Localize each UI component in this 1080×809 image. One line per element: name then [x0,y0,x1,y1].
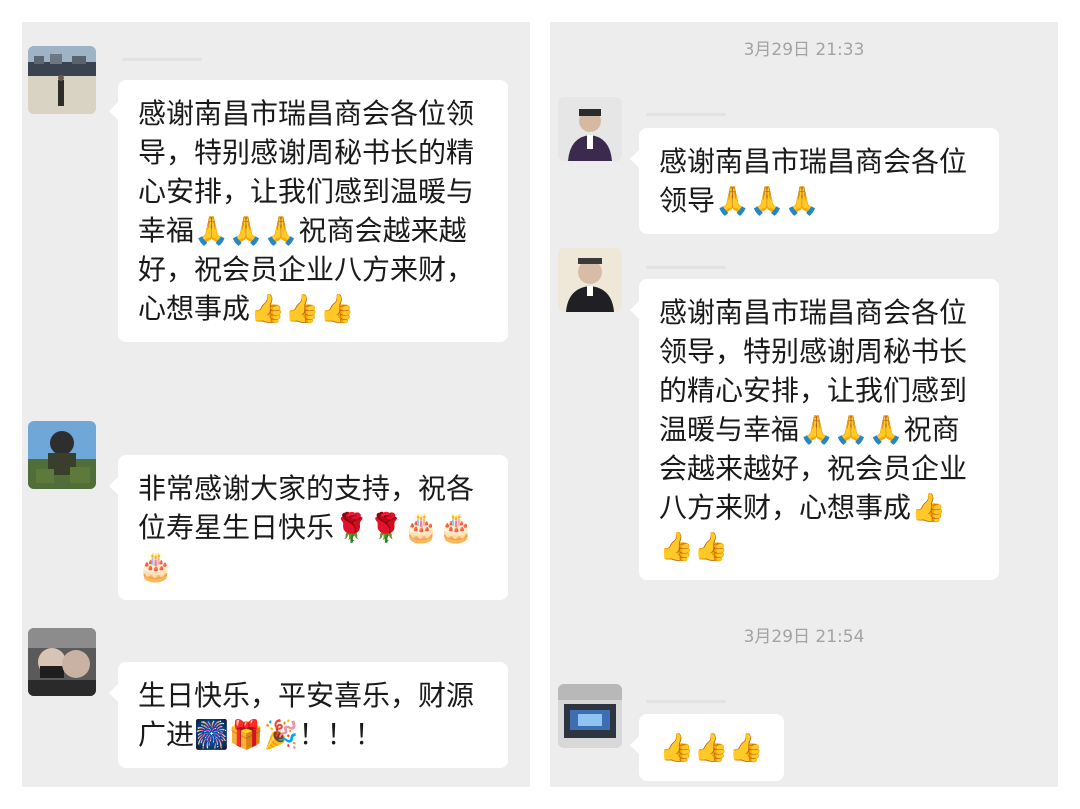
avatar[interactable] [558,97,622,161]
message-text: 感谢南昌市瑞昌商会各位领导，特别感谢周秘书长的精心安排，让我们感到温暖与幸福🙏🙏… [659,296,968,563]
sender-name-placeholder [122,58,202,61]
avatar[interactable] [558,248,622,312]
timestamp: 3月29日 21:33 [743,40,865,60]
sender-name-placeholder [646,113,726,116]
sender-name-placeholder [646,700,726,703]
message-bubble[interactable]: 感谢南昌市瑞昌商会各位领导，特别感谢周秘书长的精心安排，让我们感到温暖与幸福🙏🙏… [109,80,508,342]
message-text: 感谢南昌市瑞昌商会各位领导🙏🙏🙏 [659,145,968,217]
timestamp: 3月29日 21:54 [743,627,865,647]
message-text: 非常感谢大家的支持，祝各位寿星生日快乐🌹🌹🎂🎂🎂 [138,472,475,583]
message-text: 生日快乐，平安喜乐，财源广进🎆🎁🎉！！！ [138,679,475,751]
sender-name-placeholder [646,266,726,269]
message-bubble[interactable]: 生日快乐，平安喜乐，财源广进🎆🎁🎉！！！ [109,662,508,768]
chat-panel-right: 3月29日 21:33 感谢南昌市瑞昌商会各位领导🙏🙏🙏 感谢南昌市瑞昌商会各位… [550,22,1058,787]
message-text: 感谢南昌市瑞昌商会各位领导，特别感谢周秘书长的精心安排，让我们感到温暖与幸福🙏🙏… [138,97,475,325]
avatar[interactable] [28,46,96,114]
avatar[interactable] [28,421,96,489]
avatar[interactable] [558,684,622,748]
message-bubble[interactable]: 感谢南昌市瑞昌商会各位领导🙏🙏🙏 [630,128,999,234]
chat-panel-left: 感谢南昌市瑞昌商会各位领导，特别感谢周秘书长的精心安排，让我们感到温暖与幸福🙏🙏… [22,22,530,787]
message-bubble[interactable]: 👍👍👍 [630,714,784,781]
message-text: 👍👍👍 [659,731,764,764]
message-bubble[interactable]: 感谢南昌市瑞昌商会各位领导，特别感谢周秘书长的精心安排，让我们感到温暖与幸福🙏🙏… [630,279,999,580]
avatar[interactable] [28,628,96,696]
message-bubble[interactable]: 非常感谢大家的支持，祝各位寿星生日快乐🌹🌹🎂🎂🎂 [109,455,508,600]
